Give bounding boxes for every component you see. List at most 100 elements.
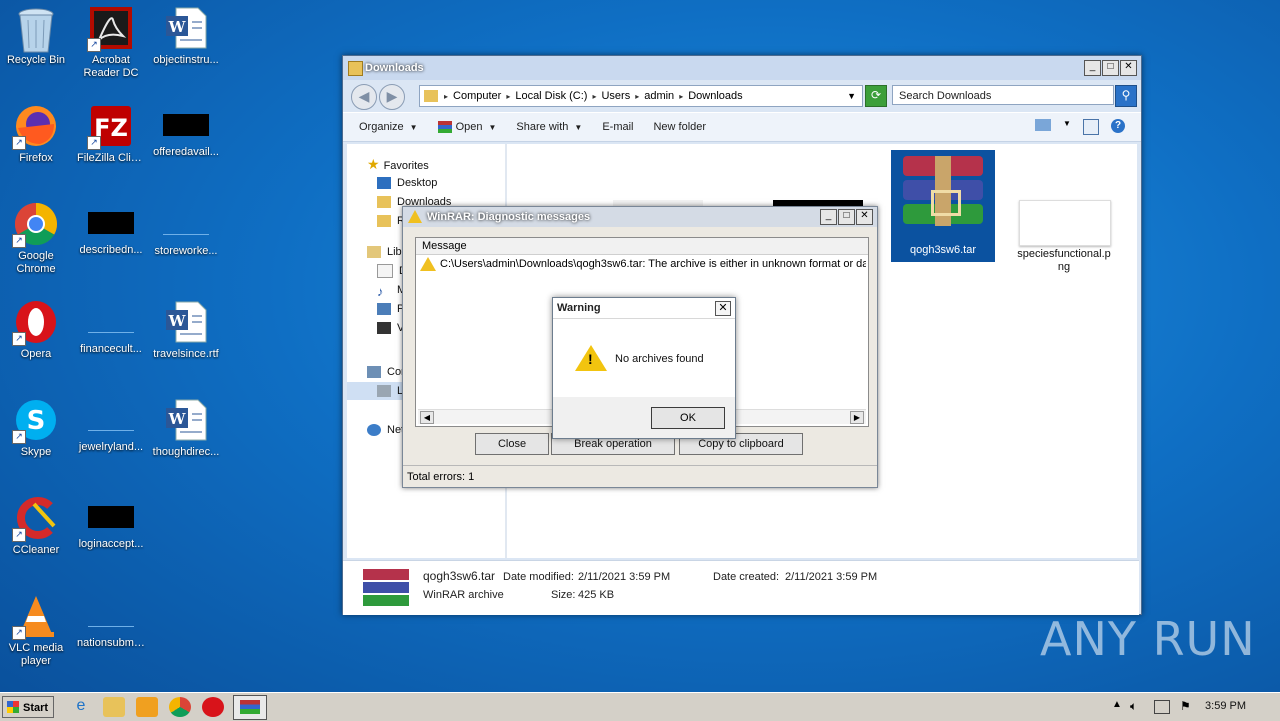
desktop-icon-filezilla[interactable]: FZ ↗ FileZilla Client [75, 98, 147, 165]
shortcut-arrow-icon: ↗ [12, 528, 26, 542]
nav-libraries[interactable]: Libr [367, 244, 405, 260]
maximize-button[interactable]: □ [1102, 60, 1119, 76]
close-button[interactable]: ✕ [856, 209, 873, 225]
explorer-folder-icon[interactable] [103, 697, 125, 717]
breadcrumb-downloads[interactable]: Downloads [683, 90, 747, 102]
search-input[interactable]: Search Downloads [892, 85, 1114, 105]
nav-recent[interactable]: R [377, 213, 405, 229]
new-folder-button[interactable]: New folder [643, 121, 716, 133]
back-button[interactable]: ◀ [351, 84, 377, 110]
desktop-icon-acrobat[interactable]: ↗ Acrobat Reader DC [75, 0, 147, 80]
chrome-icon[interactable] [169, 697, 191, 717]
breadcrumb-computer[interactable]: Computer [448, 90, 506, 102]
media-player-icon[interactable] [136, 697, 158, 717]
address-bar[interactable]: ▸ Computer ▸ Local Disk (C:) ▸ Users ▸ a… [419, 85, 863, 107]
breadcrumb-users[interactable]: Users [596, 90, 635, 102]
shortcut-arrow-icon: ↗ [12, 136, 26, 150]
filezilla-icon: FZ ↗ [87, 104, 133, 150]
nav-computer[interactable]: Cor [367, 364, 405, 380]
file-item-speciesfunctional[interactable]: speciesfunctional.p ng [1011, 248, 1117, 274]
documents-icon [377, 264, 393, 279]
winrar-icon [437, 121, 452, 134]
minimize-button[interactable]: _ [820, 209, 837, 225]
chevron-down-icon[interactable]: ▼ [1063, 119, 1071, 133]
nav-pictures[interactable]: P [377, 301, 404, 317]
close-button[interactable]: ✕ [715, 301, 731, 316]
maximize-button[interactable]: □ [838, 209, 855, 225]
start-button[interactable]: Start [2, 696, 54, 718]
star-icon: ★ [367, 156, 380, 172]
desktop-icon-label: travelsince.rtf [153, 348, 219, 360]
desktop-icon-label: storeworke... [154, 245, 218, 257]
search-icon[interactable]: ⚲ [1115, 85, 1137, 107]
refresh-button[interactable]: ⟳ [865, 85, 887, 107]
nav-videos[interactable]: V [377, 320, 404, 336]
view-options-icon[interactable] [1035, 119, 1051, 131]
email-button[interactable]: E-mail [592, 121, 643, 133]
desktop-icon-skype[interactable]: S ↗ Skype [0, 392, 72, 459]
close-button[interactable]: ✕ [1120, 60, 1137, 76]
open-button[interactable]: Open ▼ [428, 121, 507, 134]
share-with-button[interactable]: Share with ▼ [506, 121, 592, 133]
desktop-icon-travelsince[interactable]: W travelsince.rtf [150, 294, 222, 361]
desktop-icon-thoughdirec[interactable]: W thoughdirec... [150, 392, 222, 459]
opera-icon[interactable] [202, 697, 224, 717]
breadcrumb-local-disk[interactable]: Local Disk (C:) [510, 90, 592, 102]
scroll-left-arrow[interactable]: ◀ [420, 411, 434, 424]
nav-favorites[interactable]: ★ Favorites [367, 156, 429, 172]
forward-button[interactable]: ▶ [379, 84, 405, 110]
desktop-icon-firefox[interactable]: ↗ Firefox [0, 98, 72, 165]
network-icon[interactable] [1154, 700, 1170, 714]
nav-label: Favorites [383, 160, 429, 172]
blank-file-icon [88, 408, 134, 431]
speaker-icon[interactable]: 🔈︎ [1130, 699, 1137, 714]
minimize-button[interactable]: _ [1084, 60, 1101, 76]
file-label: qogh3sw6.tar [909, 244, 977, 256]
desktop-icon-offeredavail[interactable]: offeredavail... [150, 98, 222, 159]
desktop-icon-financecult[interactable]: financecult... [75, 294, 147, 356]
desktop-icon-opera[interactable]: ↗ Opera [0, 294, 72, 361]
organize-button[interactable]: Organize ▼ [349, 121, 428, 133]
nav-local-disk[interactable]: L [377, 383, 403, 399]
clock[interactable]: 3:59 PM [1205, 700, 1246, 712]
preview-pane-icon[interactable] [1083, 119, 1099, 135]
window-title: Downloads [365, 62, 424, 74]
desktop-icon-ccleaner[interactable]: ↗ CCleaner [0, 490, 72, 557]
close-dialog-button[interactable]: Close [475, 433, 549, 455]
svg-text:W: W [168, 18, 187, 36]
system-tray: ▲ 🔈︎ ⚑ 3:59 PM [1104, 693, 1280, 721]
nav-network[interactable]: Net [367, 422, 404, 438]
internet-explorer-icon[interactable]: e [70, 697, 92, 717]
desktop-icon-label: nationsubmi... [77, 637, 146, 649]
chevron-down-icon[interactable]: ▼ [847, 91, 856, 101]
detail-size-value: 425 KB [578, 589, 615, 601]
desktop-icon-chrome[interactable]: ↗ Google Chrome [0, 196, 72, 276]
desktop-icon-vlc[interactable]: ↗ VLC media player [0, 588, 72, 668]
shortcut-arrow-icon: ↗ [87, 38, 101, 52]
show-hidden-icons-icon[interactable]: ▲ [1112, 699, 1122, 710]
breadcrumb-admin[interactable]: admin [639, 90, 679, 102]
action-center-flag-icon[interactable]: ⚑ [1180, 699, 1191, 713]
desktop-icon-recycle-bin[interactable]: Recycle Bin [0, 0, 72, 67]
desktop-icon-nationsubmi[interactable]: nationsubmi... [75, 588, 147, 650]
ok-button[interactable]: OK [651, 407, 725, 429]
warning-icon [420, 257, 436, 271]
dialog-titlebar[interactable]: Warning ✕ [553, 298, 735, 319]
explorer-titlebar[interactable]: Downloads _ □ ✕ [343, 56, 1141, 80]
nav-desktop[interactable]: Desktop [377, 175, 437, 191]
desktop-icon-jewelryland[interactable]: jewelryland... [75, 392, 147, 454]
desktop-icon-label: CCleaner [12, 544, 60, 556]
help-icon[interactable]: ? [1111, 119, 1125, 133]
file-item-qogh3sw6[interactable]: qogh3sw6.tar [891, 150, 995, 262]
message-row[interactable]: C:\Users\admin\Downloads\qogh3sw6.tar: T… [420, 257, 866, 271]
winrar-taskbar-button[interactable] [233, 695, 267, 720]
desktop-icon-loginaccept[interactable]: loginaccept... [75, 490, 147, 551]
dialog-titlebar[interactable]: WinRAR: Diagnostic messages _ □ ✕ [403, 207, 877, 227]
desktop-icon-objectinstru[interactable]: W objectinstru... [150, 0, 222, 67]
column-header-message[interactable]: Message [416, 238, 868, 255]
computer-icon [367, 366, 381, 379]
desktop-icon-describedn[interactable]: describedn... [75, 196, 147, 257]
desktop-icon-label: Firefox [19, 152, 53, 164]
desktop-icon-storeworke[interactable]: storeworke... [150, 196, 222, 258]
scroll-right-arrow[interactable]: ▶ [850, 411, 864, 424]
